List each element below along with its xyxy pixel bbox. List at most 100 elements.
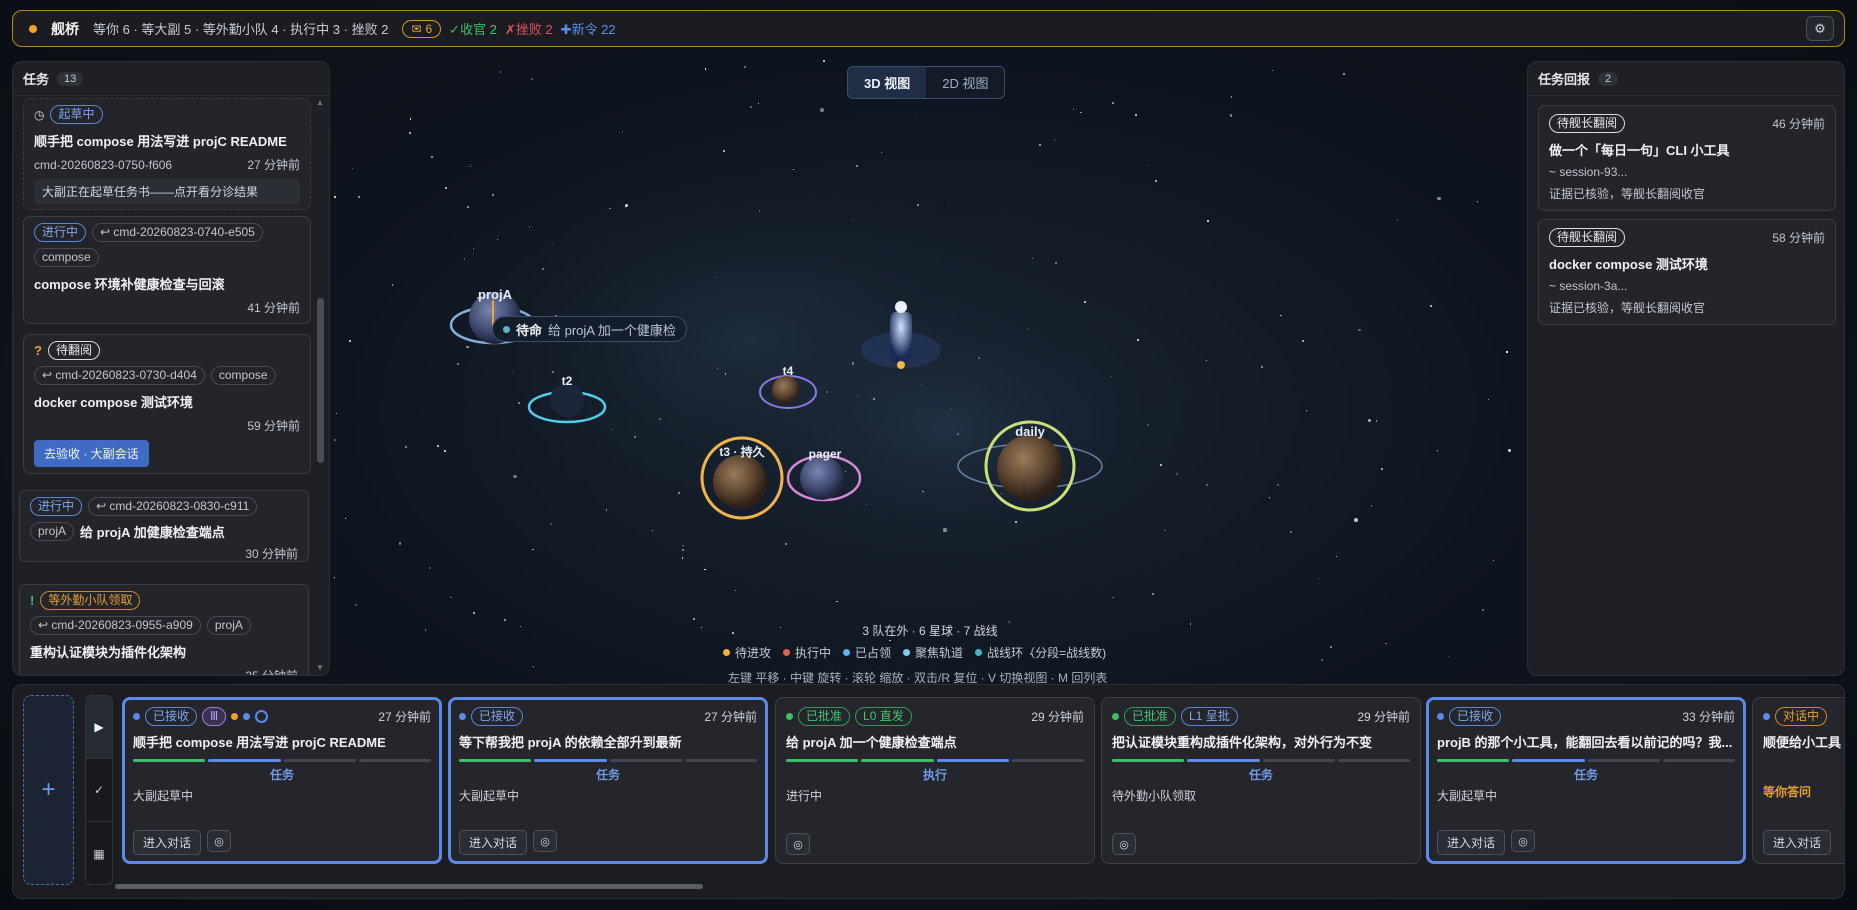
planet-tooltip: 待命 给 projA 加一个健康检: [492, 316, 687, 342]
progress-bars: [1437, 759, 1735, 762]
command-chip[interactable]: ↩ cmd-20260823-0730-d404: [34, 366, 205, 385]
task-card[interactable]: ◷ 起草中 顺手把 compose 用法写进 projC README cmd-2…: [23, 98, 311, 210]
conversation-card[interactable]: 对话中 顺便给小工具 等你答问 进入对话: [1752, 697, 1844, 864]
conversation-card[interactable]: 已批准 L1 呈批 29 分钟前 把认证模块重构成插件化架构，对外行为不变 任务 待…: [1101, 697, 1421, 864]
target-icon[interactable]: ◎: [207, 830, 232, 852]
status-dot: [1112, 712, 1119, 720]
conversation-title: 等下帮我把 projA 的依赖全部升到最新: [459, 735, 682, 750]
task-panel-header: 任务 13: [13, 62, 329, 96]
stage-label: 任务: [269, 768, 294, 782]
task-panel-title: 任务: [23, 72, 50, 87]
mail-badge[interactable]: ✉ 6: [402, 19, 442, 38]
conversation-state: 待外勤小队领取: [1112, 789, 1197, 803]
planet-label: t3 · 持久: [719, 444, 765, 459]
task-time: 41 分钟前: [247, 301, 300, 315]
conversation-scrollbar[interactable]: [115, 884, 1835, 890]
enter-conversation-button[interactable]: 进入对话: [459, 830, 528, 855]
scroll-thumb[interactable]: [115, 884, 703, 889]
target-icon[interactable]: ◎: [1112, 833, 1136, 855]
status-badge: 待舰长翻阅: [1549, 228, 1626, 247]
planet-label: t2: [562, 374, 573, 388]
tab-done-icon[interactable]: ✓: [86, 759, 112, 822]
command-chip[interactable]: ↩ cmd-20260823-0740-e505: [92, 223, 263, 242]
stage-label: 执行: [922, 768, 947, 782]
tier-badge: Ⅲ: [202, 706, 227, 726]
enter-conversation-button[interactable]: 进入对话: [1437, 830, 1506, 855]
clock-icon: ◷: [34, 107, 45, 122]
scroll-up-icon[interactable]: ▲: [316, 98, 324, 107]
task-title: docker compose 测试环境: [34, 395, 193, 410]
triage-note[interactable]: 大副正在起草任务书——点开看分诊结果: [34, 179, 300, 204]
conversation-state: 大副起草中: [133, 789, 194, 803]
progress-dot: [243, 712, 251, 720]
status-dot: [29, 24, 37, 33]
conversation-card[interactable]: 已接收 Ⅲ 27 分钟前 顺手把 compose 用法写进 projC README…: [122, 697, 442, 864]
conversation-card[interactable]: 已批准 L0 直发 29 分钟前 给 projA 加一个健康检查端点 执行 进行中 …: [775, 697, 1095, 864]
conversation-state: 大副起草中: [1437, 789, 1498, 803]
command-chip[interactable]: ↩ cmd-20260823-0830-c911: [88, 497, 258, 516]
project-tag[interactable]: projA: [206, 616, 251, 635]
status-badge: 已接收: [145, 706, 198, 726]
target-icon[interactable]: ◎: [533, 830, 558, 852]
command-chip[interactable]: ↩ cmd-20260823-0955-a909: [30, 616, 201, 635]
tab-2d-view[interactable]: 2D 视图: [926, 67, 1004, 98]
settings-button[interactable]: ⚙: [1806, 16, 1834, 41]
command-id: cmd-20260823-0750-f606: [34, 157, 173, 172]
new-conversation-button[interactable]: +: [23, 695, 74, 885]
status-badge: 待舰长翻阅: [1549, 114, 1626, 133]
new-orders-count: ✚新令 22: [560, 22, 616, 37]
legend-item: 已占领: [843, 644, 891, 661]
status-dot: [133, 712, 140, 720]
conversation-card[interactable]: 已接收 33 分钟前 projB 的那个小工具，能翻回去看以前记的吗？我... 任…: [1426, 697, 1746, 864]
planet-label: daily: [1015, 424, 1045, 439]
attention-mark: ?: [34, 343, 42, 358]
report-count-badge: 2: [1598, 71, 1619, 86]
mail-count: 6: [425, 21, 433, 36]
app-title: 舰桥: [51, 20, 79, 37]
scroll-down-icon[interactable]: ▼: [316, 663, 324, 672]
enter-conversation-button[interactable]: 进入对话: [1763, 830, 1832, 855]
target-icon[interactable]: ◎: [786, 833, 810, 855]
task-card[interactable]: 进行中 ↩ cmd-20260823-0830-c911 projA 给 projA…: [19, 490, 309, 562]
report-card[interactable]: 待舰长翻阅 46 分钟前 做一个「每日一句」CLI 小工具 ~ session-9…: [1538, 105, 1836, 211]
queue-stats: 等你 6 · 等大副 5 · 等外勤小队 4 · 执行中 3 · 挫败 2: [93, 22, 389, 37]
galaxy-scene[interactable]: projA t2 t4 t3 · 持久 pager daily: [330, 100, 1525, 680]
status-badge: 已接收: [471, 706, 524, 726]
star: [530, 78, 533, 81]
project-tag[interactable]: compose: [34, 248, 99, 267]
progress-bars: [133, 759, 431, 762]
task-time: 27 分钟前: [247, 158, 300, 172]
conversation-time: 29 分钟前: [1357, 709, 1410, 724]
target-icon[interactable]: ◎: [1511, 830, 1536, 852]
project-tag[interactable]: projA: [30, 522, 75, 541]
tab-3d-view[interactable]: 3D 视图: [848, 67, 927, 98]
status-badge: 等外勤小队领取: [40, 591, 141, 610]
star: [1272, 70, 1274, 72]
gear-icon: ⚙: [1814, 20, 1826, 36]
status-dot: [786, 712, 793, 720]
task-card[interactable]: ? 待翻阅 ↩ cmd-20260823-0730-d404 compose doc…: [23, 334, 311, 474]
report-card[interactable]: 待舰长翻阅 58 分钟前 docker compose 测试环境 ~ sessio…: [1538, 219, 1836, 325]
scroll-thumb[interactable]: [317, 298, 324, 463]
conversation-card[interactable]: 已接收 27 分钟前 等下帮我把 projA 的依赖全部升到最新 任务 大副起草中…: [448, 697, 768, 864]
task-card[interactable]: ! 等外勤小队领取 ↩ cmd-20260823-0955-a909 projA 重…: [19, 584, 309, 675]
report-desc: 证据已核验，等舰长翻阅收官: [1549, 301, 1706, 315]
enter-conversation-button[interactable]: 进入对话: [133, 830, 202, 855]
review-button[interactable]: 去验收 · 大副会话: [34, 440, 149, 467]
level-badge: L1 呈批: [1181, 706, 1238, 726]
status-dot: [1437, 712, 1444, 720]
conversation-title: 顺便给小工具: [1763, 735, 1841, 750]
planet-label: t4: [783, 364, 794, 378]
report-title: docker compose 测试环境: [1549, 257, 1708, 272]
task-card[interactable]: 进行中 ↩ cmd-20260823-0740-e505 compose comp…: [23, 216, 311, 324]
task-time: 30 分钟前: [245, 547, 298, 561]
report-time: 58 分钟前: [1772, 231, 1825, 245]
conversation-title: 顺手把 compose 用法写进 projC README: [133, 735, 386, 750]
tab-active-icon[interactable]: ▶: [86, 696, 112, 759]
project-tag[interactable]: compose: [210, 366, 276, 385]
progress-bars: [1112, 759, 1410, 762]
tab-archive-icon[interactable]: ▦: [86, 822, 112, 884]
task-panel-scrollbar[interactable]: ▲ ▼: [315, 98, 325, 672]
status-badge: 起草中: [50, 105, 103, 124]
legend-item: 待进攻: [723, 644, 771, 661]
